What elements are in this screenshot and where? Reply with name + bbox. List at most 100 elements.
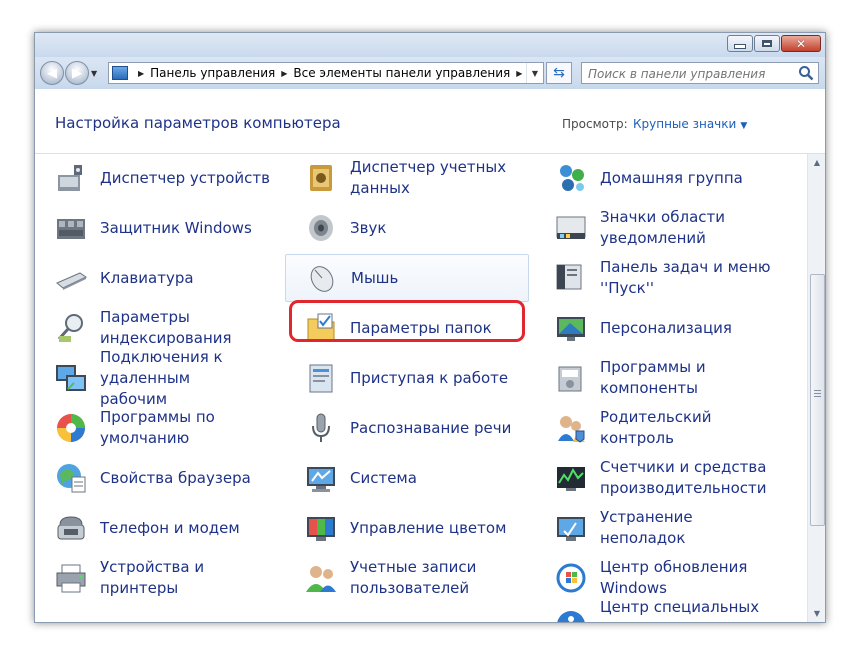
item-label: Диспетчер учетных данных [350, 158, 507, 197]
item-windows-defender[interactable]: Защитник Windows [35, 204, 279, 252]
view-label: Просмотр: [562, 117, 628, 131]
scroll-up-button[interactable]: ▲ [808, 154, 825, 171]
page-header: Настройка параметров компьютера Просмотр… [35, 89, 825, 154]
item-parental-controls[interactable]: Родительский контроль [535, 404, 779, 452]
item-label: Программы и компоненты [600, 358, 706, 397]
item-label: Подключения к удаленным рабочим [100, 347, 223, 408]
item-internet-options[interactable]: Свойства браузера [35, 454, 279, 502]
getting-started-icon [309, 364, 333, 393]
breadcrumb-all-items[interactable]: Все элементы панели управления [293, 66, 510, 80]
partial-icon [54, 611, 88, 622]
item-label: Центр специальных [600, 598, 760, 616]
breadcrumb-control-panel[interactable]: Панель управления [150, 66, 275, 80]
indexing-icon [57, 314, 83, 342]
minimize-icon [734, 44, 746, 49]
back-button[interactable]: ◀ [40, 61, 64, 85]
item-label: Защитник Windows [100, 218, 252, 237]
item-getting-started[interactable]: Приступая к работе [285, 354, 529, 402]
item-troubleshooting[interactable]: Устранение неполадок [535, 504, 779, 552]
credential-manager-icon [310, 165, 332, 191]
item-ease-of-access[interactable]: Центр специальных [535, 597, 779, 622]
internet-options-icon [57, 464, 86, 493]
address-bar[interactable]: ▶ Панель управления ▶ Все элементы панел… [108, 62, 544, 84]
item-label: Панель задач и меню ''Пуск'' [600, 258, 771, 297]
item-label: Устранение неполадок [600, 508, 693, 547]
search-icon[interactable] [798, 65, 814, 81]
default-programs-icon [57, 414, 85, 442]
maximize-button[interactable] [754, 35, 780, 52]
personalization-icon [557, 317, 585, 341]
item-default-programs[interactable]: Программы по умолчанию [35, 404, 279, 452]
item-label: Телефон и модем [100, 518, 240, 537]
item-user-accounts[interactable]: Учетные записи пользователей [285, 554, 529, 602]
defender-icon [57, 219, 85, 239]
minimize-button[interactable] [727, 35, 753, 52]
caption-buttons: ✕ [726, 35, 821, 52]
item-performance[interactable]: Счетчики и средства производительности [535, 454, 779, 502]
item-notification-icons[interactable]: Значки области уведомлений [535, 204, 779, 252]
item-label: Распознавание речи [350, 418, 512, 437]
search-input[interactable] [586, 64, 790, 84]
ease-of-access-icon [557, 611, 585, 622]
highlight-box [289, 300, 525, 342]
navigation-bar: ◀ ▶ ▼ ▶ Панель управления ▶ Все элементы… [35, 57, 825, 89]
item-label: Центр обновления Windows [600, 558, 748, 597]
forward-button[interactable]: ▶ [65, 61, 89, 85]
item-label: Значки области уведомлений [600, 208, 725, 247]
control-panel-icon [112, 66, 128, 80]
item-label: Звук [350, 218, 387, 237]
arrow-right-icon: ▶ [72, 65, 82, 81]
title-bar[interactable]: ✕ [35, 33, 825, 57]
item-keyboard[interactable]: Клавиатура [35, 254, 279, 302]
arrow-left-icon: ◀ [47, 65, 57, 81]
item-indexing[interactable]: Параметры индексирования [35, 304, 279, 352]
item-label: Персонализация [600, 318, 732, 337]
item-partial-1[interactable] [35, 604, 279, 622]
troubleshooting-icon [557, 517, 585, 541]
item-label: Мышь [351, 268, 399, 287]
recent-pages-dropdown[interactable]: ▼ [91, 69, 97, 78]
item-taskbar[interactable]: Панель задач и меню ''Пуск'' [535, 254, 779, 302]
item-label: Счетчики и средства производительности [600, 458, 767, 497]
item-speech[interactable]: Распознавание речи [285, 404, 529, 452]
breadcrumb-separator-icon[interactable]: ▶ [281, 69, 287, 78]
item-personalization[interactable]: Персонализация [535, 304, 779, 352]
refresh-button[interactable]: ⇆ [546, 62, 572, 84]
item-label: Система [350, 468, 417, 487]
remote-desktop-icon [56, 365, 86, 391]
item-label: Параметры индексирования [100, 308, 232, 347]
item-programs-features[interactable]: Программы и компоненты [535, 354, 779, 402]
address-dropdown-button[interactable]: ▼ [526, 63, 543, 83]
item-label: Диспетчер устройств [100, 168, 271, 187]
view-mode-value: Крупные значки [633, 117, 737, 131]
search-box[interactable] [581, 62, 819, 84]
scroll-down-button[interactable]: ▼ [808, 605, 825, 622]
item-label: Свойства браузера [100, 468, 251, 487]
item-credential-manager[interactable]: Диспетчер учетных данных [285, 154, 529, 202]
item-devices-printers[interactable]: Устройства и принтеры [35, 554, 279, 602]
breadcrumb-separator-icon[interactable]: ▶ [516, 69, 522, 78]
view-mode-dropdown[interactable]: Крупные значки ▼ [633, 117, 747, 131]
item-label: Приступая к работе [350, 368, 509, 387]
taskbar-icon [556, 264, 582, 290]
scroll-thumb[interactable] [810, 274, 825, 526]
item-sound[interactable]: Звук [285, 204, 529, 252]
item-color-management[interactable]: Управление цветом [285, 504, 529, 552]
programs-features-icon [558, 366, 582, 392]
item-homegroup[interactable]: Домашняя группа [535, 154, 779, 202]
item-device-manager[interactable]: Диспетчер устройств [35, 154, 279, 202]
item-system[interactable]: Система [285, 454, 529, 502]
phone-modem-icon [57, 516, 85, 540]
items-grid: Диспетчер устройств Диспетчер учетных дан… [35, 154, 807, 622]
windows-update-icon [556, 563, 586, 593]
vertical-scrollbar[interactable]: ▲ ▼ [807, 154, 825, 622]
item-mouse[interactable]: Мышь [285, 254, 529, 302]
item-label: Программы по умолчанию [100, 408, 215, 447]
item-phone-modem[interactable]: Телефон и модем [35, 504, 279, 552]
item-label: Управление цветом [350, 518, 507, 537]
close-button[interactable]: ✕ [781, 35, 821, 52]
breadcrumb-separator-icon[interactable]: ▶ [138, 69, 144, 78]
item-remote-desktop[interactable]: Подключения к удаленным рабочим [35, 348, 279, 408]
item-partial-2[interactable] [285, 604, 529, 622]
item-windows-update[interactable]: Центр обновления Windows [535, 554, 779, 602]
